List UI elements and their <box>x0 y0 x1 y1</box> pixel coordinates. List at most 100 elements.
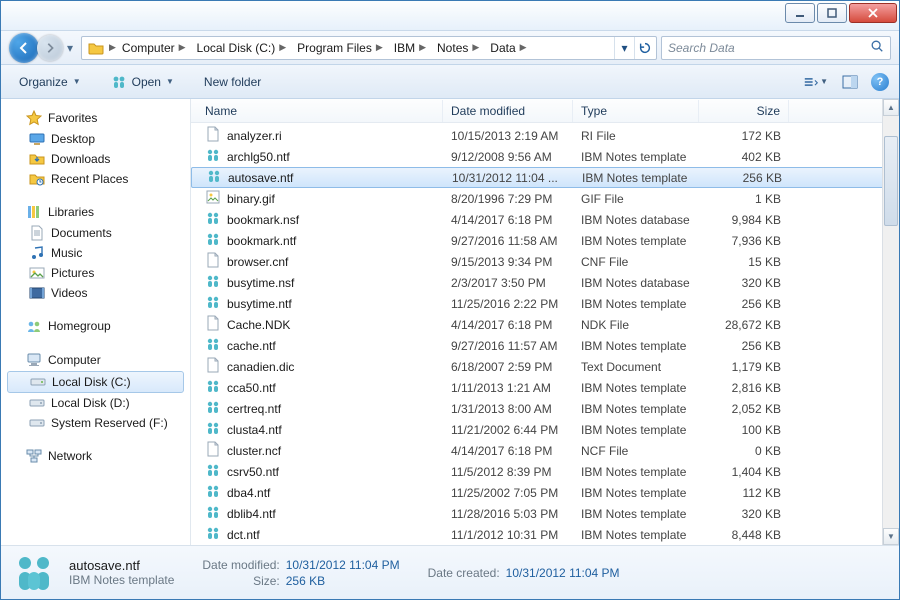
sidebar-item-documents[interactable]: Documents <box>1 223 190 243</box>
file-type: IBM Notes template <box>573 507 699 521</box>
sidebar-item-local-disk-c[interactable]: Local Disk (C:) <box>7 371 184 393</box>
search-icon[interactable] <box>870 39 884 56</box>
sidebar-item-videos[interactable]: Videos <box>1 283 190 303</box>
open-button[interactable]: Open▼ <box>103 70 182 94</box>
column-date-modified[interactable]: Date modified <box>443 100 573 122</box>
sidebar-item-downloads[interactable]: Downloads <box>1 149 190 169</box>
vertical-scrollbar[interactable]: ▲ ▼ <box>882 99 899 545</box>
new-folder-button[interactable]: New folder <box>196 71 269 93</box>
sidebar-computer-header[interactable]: Computer <box>1 349 190 371</box>
ntf-icon <box>205 294 221 313</box>
file-date: 11/21/2002 6:44 PM <box>443 423 573 437</box>
file-row[interactable]: cluster.ncf4/14/2017 6:18 PMNCF File0 KB <box>191 440 899 461</box>
sidebar-libraries-header[interactable]: Libraries <box>1 201 190 223</box>
breadcrumb-computer[interactable]: Computer▶ <box>117 38 192 58</box>
scroll-thumb[interactable] <box>884 136 898 226</box>
column-headers: Name Date modified Type Size <box>191 99 899 123</box>
breadcrumb-data[interactable]: Data▶ <box>485 38 532 58</box>
sidebar-item-recent-places[interactable]: Recent Places <box>1 169 190 189</box>
maximize-button[interactable] <box>817 3 847 23</box>
close-button[interactable] <box>849 3 897 23</box>
file-type: IBM Notes template <box>573 150 699 164</box>
music-icon <box>29 245 45 261</box>
file-size: 7,936 KB <box>699 234 789 248</box>
file-row[interactable]: dblib4.ntf11/28/2016 5:03 PMIBM Notes te… <box>191 503 899 524</box>
sidebar-network-header[interactable]: Network <box>1 445 190 467</box>
column-name[interactable]: Name <box>197 100 443 122</box>
ntf-icon <box>205 336 221 355</box>
file-date: 9/27/2016 11:58 AM <box>443 234 573 248</box>
file-date: 11/25/2016 2:22 PM <box>443 297 573 311</box>
sidebar-item-pictures[interactable]: Pictures <box>1 263 190 283</box>
column-size[interactable]: Size <box>699 100 789 122</box>
file-name: archlg50.ntf <box>227 150 290 164</box>
forward-button[interactable] <box>37 35 63 61</box>
breadcrumb[interactable]: ▶ Computer▶ Local Disk (C:)▶ Program Fil… <box>81 36 657 60</box>
file-row[interactable]: dct.ntf11/1/2012 10:31 PMIBM Notes templ… <box>191 524 899 545</box>
file-icon <box>205 441 221 460</box>
file-row[interactable]: bookmark.ntf9/27/2016 11:58 AMIBM Notes … <box>191 230 899 251</box>
preview-pane-button[interactable] <box>837 71 863 93</box>
sidebar-item-desktop[interactable]: Desktop <box>1 129 190 149</box>
scroll-down-button[interactable]: ▼ <box>883 528 899 545</box>
file-name: browser.cnf <box>227 255 288 269</box>
file-type: GIF File <box>573 192 699 206</box>
details-size-label: Size: <box>202 574 279 588</box>
nav-buttons: ▾ <box>9 33 77 63</box>
nav-history-dropdown[interactable]: ▾ <box>63 35 77 61</box>
file-row[interactable]: cache.ntf9/27/2016 11:57 AMIBM Notes tem… <box>191 335 899 356</box>
file-row[interactable]: busytime.ntf11/25/2016 2:22 PMIBM Notes … <box>191 293 899 314</box>
file-row[interactable]: analyzer.ri10/15/2013 2:19 AMRI File172 … <box>191 125 899 146</box>
breadcrumb-program-files[interactable]: Program Files▶ <box>292 38 389 58</box>
file-row[interactable]: cca50.ntf1/11/2013 1:21 AMIBM Notes temp… <box>191 377 899 398</box>
scroll-up-button[interactable]: ▲ <box>883 99 899 116</box>
file-icon <box>205 315 221 334</box>
search-input[interactable]: Search Data <box>661 36 891 60</box>
address-bar: ▾ ▶ Computer▶ Local Disk (C:)▶ Program F… <box>1 31 899 65</box>
file-size: 100 KB <box>699 423 789 437</box>
sidebar-homegroup-header[interactable]: Homegroup <box>1 315 190 337</box>
file-row[interactable]: clusta4.ntf11/21/2002 6:44 PMIBM Notes t… <box>191 419 899 440</box>
file-row[interactable]: browser.cnf9/15/2013 9:34 PMCNF File15 K… <box>191 251 899 272</box>
minimize-button[interactable] <box>785 3 815 23</box>
file-row[interactable]: bookmark.nsf4/14/2017 6:18 PMIBM Notes d… <box>191 209 899 230</box>
back-button[interactable] <box>9 33 39 63</box>
file-row[interactable]: binary.gif8/20/1996 7:29 PMGIF File1 KB <box>191 188 899 209</box>
file-date: 8/20/1996 7:29 PM <box>443 192 573 206</box>
gif-icon <box>205 189 221 208</box>
file-row[interactable]: canadien.dic6/18/2007 2:59 PMText Docume… <box>191 356 899 377</box>
file-row[interactable]: busytime.nsf2/3/2017 3:50 PMIBM Notes da… <box>191 272 899 293</box>
organize-button[interactable]: Organize▼ <box>11 71 89 93</box>
details-date-modified: 10/31/2012 11:04 PM <box>286 558 400 572</box>
file-type: Text Document <box>573 360 699 374</box>
file-name: bookmark.ntf <box>227 234 296 248</box>
file-row[interactable]: Cache.NDK4/14/2017 6:18 PMNDK File28,672… <box>191 314 899 335</box>
sidebar-item-music[interactable]: Music <box>1 243 190 263</box>
breadcrumb-notes[interactable]: Notes▶ <box>432 38 485 58</box>
breadcrumb-ibm[interactable]: IBM▶ <box>389 38 432 58</box>
sidebar-item-system-reserved[interactable]: System Reserved (F:) <box>1 413 190 433</box>
file-row[interactable]: certreq.ntf1/31/2013 8:00 AMIBM Notes te… <box>191 398 899 419</box>
file-name: csrv50.ntf <box>227 465 279 479</box>
file-row[interactable]: dba4.ntf11/25/2002 7:05 PMIBM Notes temp… <box>191 482 899 503</box>
refresh-button[interactable] <box>634 37 654 59</box>
column-type[interactable]: Type <box>573 100 699 122</box>
file-row[interactable]: autosave.ntf10/31/2012 11:04 ...IBM Note… <box>191 167 899 188</box>
nsf-icon <box>205 210 221 229</box>
file-name: cache.ntf <box>227 339 276 353</box>
file-icon <box>205 126 221 145</box>
file-type: IBM Notes template <box>573 528 699 542</box>
file-date: 11/25/2002 7:05 PM <box>443 486 573 500</box>
sidebar-favorites-header[interactable]: Favorites <box>1 107 190 129</box>
breadcrumb-localdisk-c[interactable]: Local Disk (C:)▶ <box>192 38 293 58</box>
nsf-icon <box>205 273 221 292</box>
folder-icon <box>87 39 105 57</box>
file-row[interactable]: archlg50.ntf9/12/2008 9:56 AMIBM Notes t… <box>191 146 899 167</box>
details-date-modified-label: Date modified: <box>202 558 279 572</box>
file-row[interactable]: csrv50.ntf11/5/2012 8:39 PMIBM Notes tem… <box>191 461 899 482</box>
scroll-track[interactable] <box>883 116 899 528</box>
view-options-button[interactable]: ▼ <box>803 71 829 93</box>
breadcrumb-dropdown[interactable]: ▾ <box>614 37 634 59</box>
help-button[interactable]: ? <box>871 73 889 91</box>
sidebar-item-local-disk-d[interactable]: Local Disk (D:) <box>1 393 190 413</box>
